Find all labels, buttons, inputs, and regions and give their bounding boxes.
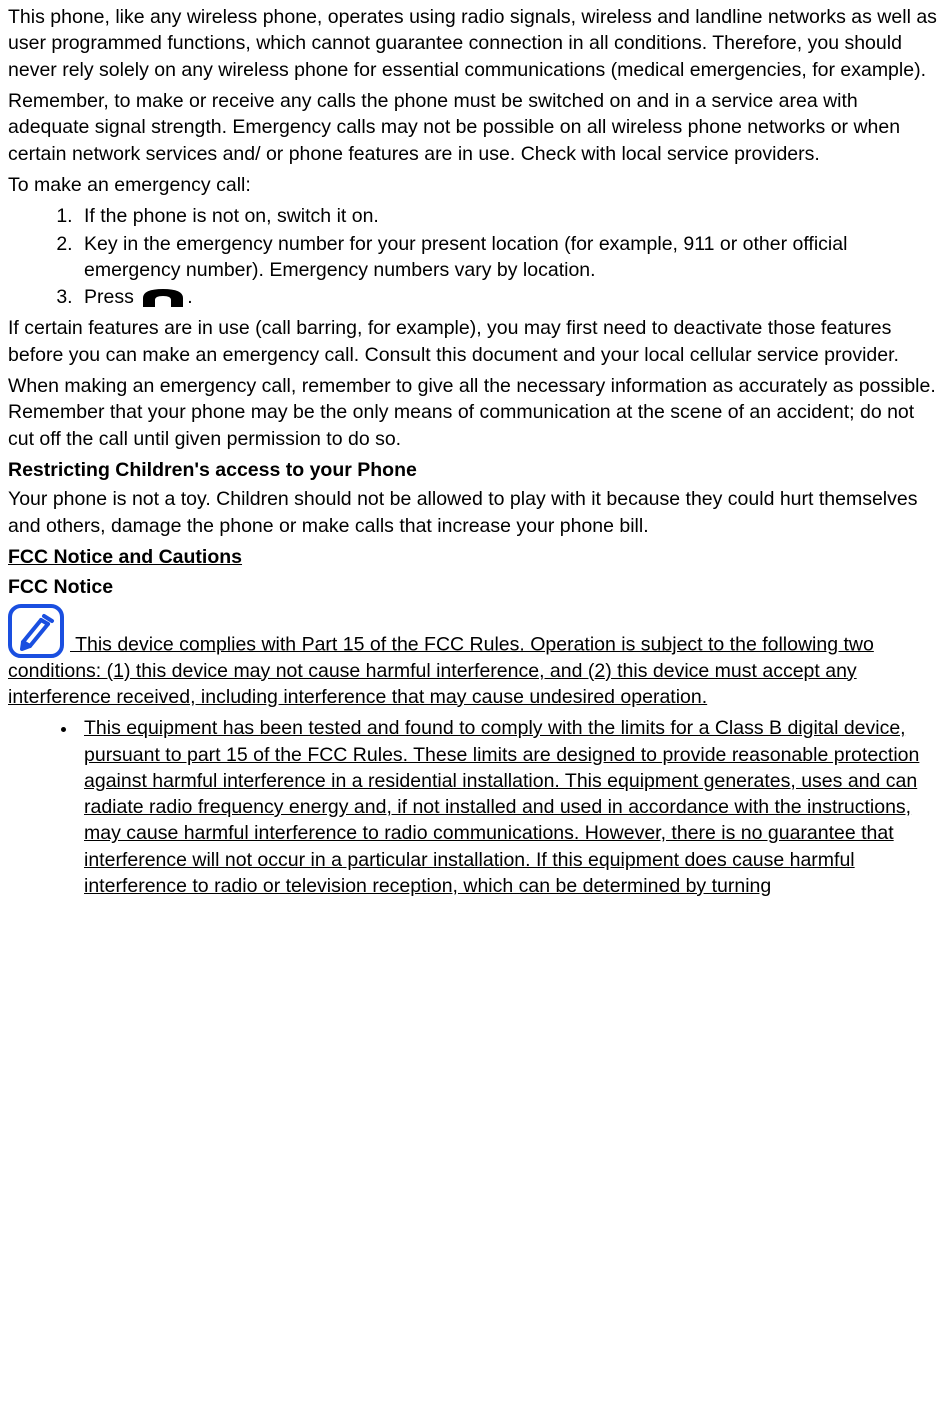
list-item: This equipment has been tested and found… xyxy=(78,715,939,899)
section-subheading: FCC Notice xyxy=(8,574,939,600)
list-item: Key in the emergency number for your pre… xyxy=(78,231,939,284)
fcc-note-text: This device complies with Part 15 of the… xyxy=(8,633,874,708)
paragraph: Your phone is not a toy. Children should… xyxy=(8,486,939,539)
list-item: Press . xyxy=(78,284,939,310)
call-button-icon xyxy=(141,287,185,309)
numbered-list: If the phone is not on, switch it on. Ke… xyxy=(8,203,939,310)
step-prefix: Press xyxy=(84,286,139,308)
fcc-compliance-note: This device complies with Part 15 of the… xyxy=(8,604,939,711)
note-pencil-icon xyxy=(8,604,64,658)
bullet-list: This equipment has been tested and found… xyxy=(8,715,939,899)
paragraph: If certain features are in use (call bar… xyxy=(8,315,939,368)
paragraph: This phone, like any wireless phone, ope… xyxy=(8,4,939,83)
list-item: If the phone is not on, switch it on. xyxy=(78,203,939,229)
step-suffix: . xyxy=(187,286,192,308)
section-heading: Restricting Children's access to your Ph… xyxy=(8,457,939,483)
paragraph: To make an emergency call: xyxy=(8,172,939,198)
paragraph: Remember, to make or receive any calls t… xyxy=(8,88,939,167)
section-heading: FCC Notice and Cautions xyxy=(8,544,939,570)
paragraph: When making an emergency call, remember … xyxy=(8,373,939,452)
